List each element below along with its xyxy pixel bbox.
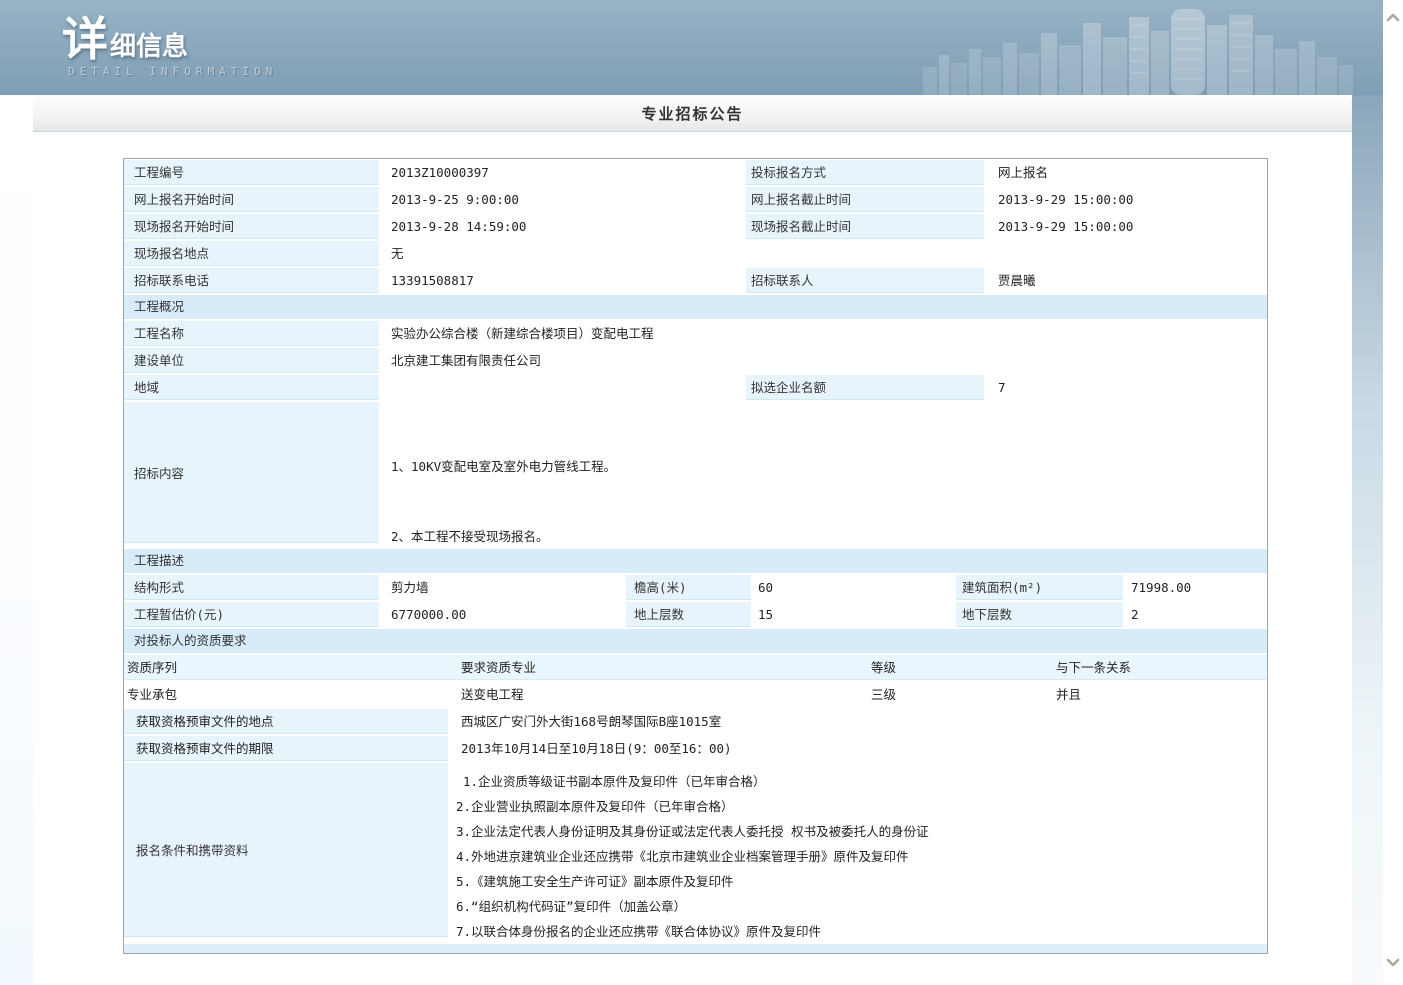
field-value: 2013年10月14日至10月18日(9：00至16：00) — [448, 736, 1267, 761]
table-row: 工程名称 实验办公综合楼（新建综合楼项目）变配电工程 — [124, 321, 1267, 348]
table-row: 地域 拟选企业名额 7 — [124, 375, 1267, 402]
field-label: 网上报名截止时间 — [746, 187, 984, 212]
section-header-qualification: 对投标人的资质要求 — [124, 629, 1267, 653]
field-value: 7 — [984, 375, 1267, 400]
table-row: 网上报名开始时间 2013-9-25 9:00:00 网上报名截止时间 2013… — [124, 187, 1267, 214]
field-value: 1、10KV变配电室及室外电力管线工程。 2、本工程不接受现场报名。 — [379, 402, 1267, 549]
field-label: 招标联系人 — [746, 268, 984, 293]
table-row-tender-content: 招标内容 1、10KV变配电室及室外电力管线工程。 2、本工程不接受现场报名。 — [124, 402, 1267, 549]
column-header: 与下一条关系 — [1051, 655, 1267, 680]
field-label: 现场报名开始时间 — [124, 214, 379, 239]
logo-text-rest: 细信息 — [110, 33, 188, 62]
field-value: 6770000.00 — [379, 602, 626, 627]
field-value: 71998.00 — [1123, 575, 1267, 600]
list-item: 1.企业资质等级证书副本原件及复印件（已年审合格） — [456, 769, 1267, 794]
field-label: 报名条件和携带资料 — [124, 763, 448, 937]
requirements-list: 1.企业资质等级证书副本原件及复印件（已年审合格） 2.企业营业执照副本原件及复… — [448, 763, 1267, 944]
table-row: 招标联系电话 13391508817 招标联系人 贾晨曦 — [124, 268, 1267, 295]
table-cell: 送变电工程 — [448, 682, 861, 707]
field-value: 2013-9-29 15:00:00 — [984, 187, 1267, 212]
table-cell: 专业承包 — [124, 682, 448, 707]
field-label: 获取资格预审文件的期限 — [124, 736, 448, 761]
scroll-down-icon[interactable] — [1385, 954, 1401, 970]
field-value: 60 — [751, 575, 956, 600]
list-item: 3.企业法定代表人身份证明及其身份证或法定代表人委托授 权书及被委托人的身份证 — [456, 819, 1267, 844]
right-background-strip — [1352, 95, 1383, 985]
field-label: 拟选企业名额 — [746, 375, 984, 400]
field-label: 建筑面积(m²) — [956, 575, 1123, 600]
field-label: 工程编号 — [124, 160, 379, 185]
column-header: 要求资质专业 — [448, 655, 861, 680]
field-label: 地域 — [124, 375, 379, 400]
logo-subtitle: DETAIL INFORMATION — [68, 65, 277, 78]
field-value: 15 — [751, 602, 956, 627]
field-label: 招标联系电话 — [124, 268, 379, 293]
field-value: 2013Z10000397 — [379, 160, 746, 185]
field-label: 获取资格预审文件的地点 — [124, 709, 448, 734]
table-row: 获取资格预审文件的地点 西城区广安门外大街168号朗琴国际B座1015室 — [124, 709, 1267, 736]
field-value: 无 — [379, 241, 1267, 266]
tender-content-line: 1、10KV变配电室及室外电力管线工程。 — [391, 454, 1267, 479]
site-logo: 详 细信息 DETAIL INFORMATION — [62, 16, 277, 78]
table-row: 工程编号 2013Z10000397 投标报名方式 网上报名 — [124, 160, 1267, 187]
field-value: 剪力墙 — [379, 575, 626, 600]
field-value: 北京建工集团有限责任公司 — [379, 348, 1267, 373]
table-row: 现场报名开始时间 2013-9-28 14:59:00 现场报名截止时间 201… — [124, 214, 1267, 241]
field-value: 网上报名 — [984, 160, 1267, 185]
list-item: 7.以联合体身份报名的企业还应携带《联合体协议》原件及复印件 — [456, 919, 1267, 944]
field-label: 网上报名开始时间 — [124, 187, 379, 212]
title-bar: 专业招标公告 — [33, 95, 1352, 132]
field-label: 招标内容 — [124, 402, 379, 543]
field-value: 实验办公综合楼（新建综合楼项目）变配电工程 — [379, 321, 1267, 346]
field-label: 结构形式 — [124, 575, 379, 600]
list-item: 2.企业营业执照副本原件及复印件（已年审合格） — [456, 794, 1267, 819]
field-label: 地上层数 — [626, 602, 751, 627]
column-header: 等级 — [861, 655, 1051, 680]
field-value: 13391508817 — [379, 268, 746, 293]
announcement-table: 工程编号 2013Z10000397 投标报名方式 网上报名 网上报名开始时间 … — [123, 158, 1268, 954]
table-row: 建设单位 北京建工集团有限责任公司 — [124, 348, 1267, 375]
city-skyline-image — [923, 5, 1353, 95]
table-cell: 并且 — [1051, 682, 1267, 707]
table-cell: 三级 — [861, 682, 1051, 707]
field-value: 西城区广安门外大街168号朗琴国际B座1015室 — [448, 709, 1267, 734]
field-value: 贾晨曦 — [984, 268, 1267, 293]
list-item: 6.“组织机构代码证”复印件（加盖公章） — [456, 894, 1267, 919]
page-banner: 详 细信息 DETAIL INFORMATION — [0, 0, 1403, 95]
field-value: 2013-9-25 9:00:00 — [379, 187, 746, 212]
field-label: 现场报名地点 — [124, 241, 379, 266]
field-value — [379, 375, 746, 400]
section-header-description: 工程描述 — [124, 549, 1267, 573]
field-label: 建设单位 — [124, 348, 379, 373]
left-margin-strip — [0, 95, 33, 985]
field-value: 2 — [1123, 602, 1267, 627]
content-panel: 专业招标公告 工程编号 2013Z10000397 投标报名方式 网上报名 网上… — [33, 95, 1352, 985]
field-value: 2013-9-28 14:59:00 — [379, 214, 746, 239]
field-label: 投标报名方式 — [746, 160, 984, 185]
table-row: 工程暂估价(元) 6770000.00 地上层数 15 地下层数 2 — [124, 602, 1267, 629]
qualification-data-row: 专业承包 送变电工程 三级 并且 — [124, 682, 1267, 709]
table-bottom-strip — [124, 944, 1267, 953]
table-row: 获取资格预审文件的期限 2013年10月14日至10月18日(9：00至16：0… — [124, 736, 1267, 763]
qualification-header-row: 资质序列 要求资质专业 等级 与下一条关系 — [124, 655, 1267, 682]
section-header-overview: 工程概况 — [124, 295, 1267, 319]
logo-text-big: 详 — [62, 16, 108, 62]
scrollbar[interactable] — [1383, 0, 1403, 985]
page-title: 专业招标公告 — [641, 103, 743, 124]
table-row: 现场报名地点 无 — [124, 241, 1267, 268]
tender-content-line: 2、本工程不接受现场报名。 — [391, 524, 1267, 549]
scroll-up-icon[interactable] — [1385, 10, 1401, 26]
field-label: 工程暂估价(元) — [124, 602, 379, 627]
field-label: 檐高(米) — [626, 575, 751, 600]
field-value: 2013-9-29 15:00:00 — [984, 214, 1267, 239]
field-label: 工程名称 — [124, 321, 379, 346]
field-label: 地下层数 — [956, 602, 1123, 627]
field-label: 现场报名截止时间 — [746, 214, 984, 239]
table-row: 结构形式 剪力墙 檐高(米) 60 建筑面积(m²) 71998.00 — [124, 575, 1267, 602]
column-header: 资质序列 — [124, 655, 448, 680]
list-item: 4.外地进京建筑业企业还应携带《北京市建筑业企业档案管理手册》原件及复印件 — [456, 844, 1267, 869]
list-item: 5.《建筑施工安全生产许可证》副本原件及复印件 — [456, 869, 1267, 894]
table-row-requirements: 报名条件和携带资料 1.企业资质等级证书副本原件及复印件（已年审合格） 2.企业… — [124, 763, 1267, 944]
